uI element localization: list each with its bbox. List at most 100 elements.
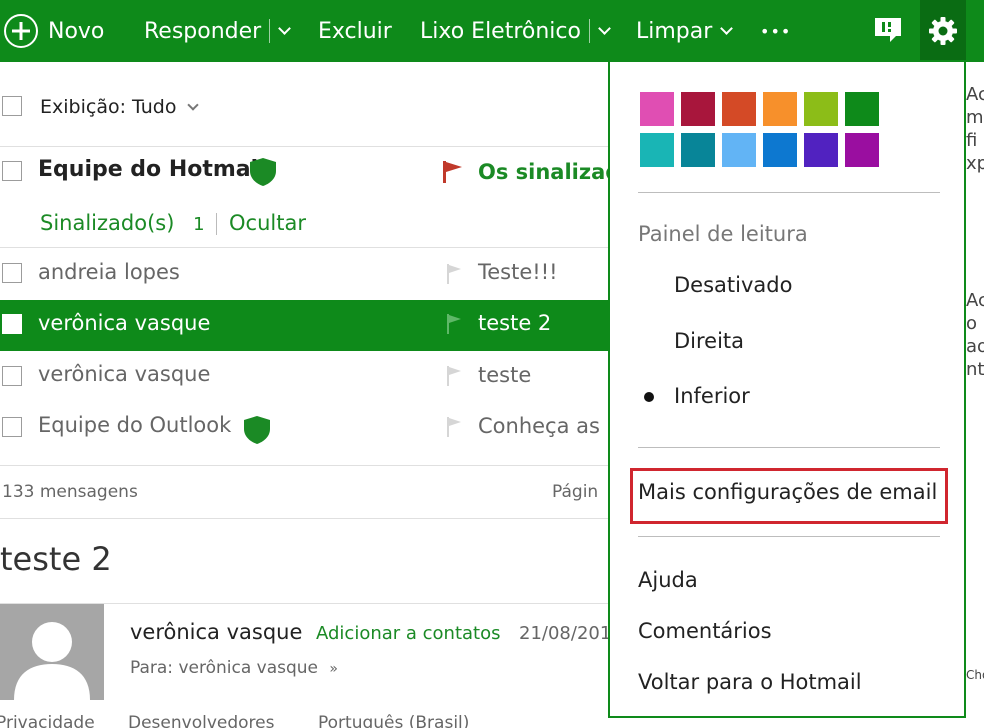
delete-label: Excluir	[318, 18, 392, 44]
selected-dot-icon	[644, 392, 654, 402]
more-settings-item[interactable]: Mais configurações de email	[638, 480, 937, 504]
person-icon	[14, 622, 90, 700]
view-filter[interactable]: Exibição: Tudo	[40, 96, 199, 118]
peek-text: Cho	[966, 668, 984, 682]
peek-text: Ac	[966, 290, 984, 311]
page-indicator: Págin	[552, 482, 599, 502]
delete-button[interactable]: Excluir	[318, 0, 392, 62]
expand-icon[interactable]: »	[329, 661, 338, 677]
flagged-sender[interactable]: Equipe do Hotmail	[38, 157, 266, 182]
message-date: 21/08/201	[519, 623, 612, 644]
row-checkbox[interactable]	[2, 417, 22, 437]
plus-circle-icon	[4, 14, 38, 48]
recipients-label: Para: verônica vasque	[130, 658, 319, 678]
flag-icon[interactable]	[446, 314, 462, 334]
theme-swatch[interactable]	[763, 92, 797, 126]
view-filter-label: Exibição: Tudo	[40, 96, 177, 118]
gear-icon	[929, 17, 957, 45]
flagged-count-label: Sinalizado(s)	[40, 211, 175, 235]
hide-link[interactable]: Ocultar	[229, 211, 306, 235]
flag-icon[interactable]	[446, 366, 462, 386]
settings-menu: Painel de leitura Desativado Direita Inf…	[608, 60, 966, 718]
message-sender[interactable]: verônica vasque	[130, 620, 302, 644]
chevron-down-icon[interactable]	[278, 21, 292, 35]
message-subject: teste 2	[0, 540, 112, 578]
feedback-icon	[875, 18, 901, 42]
divider	[0, 146, 610, 147]
sweep-label: Limpar	[636, 18, 713, 44]
more-icon: •••	[760, 21, 792, 41]
row-checkbox[interactable]	[2, 366, 22, 386]
divider	[216, 213, 217, 235]
new-label: Novo	[48, 18, 105, 44]
row-subject[interactable]: Conheça as	[478, 414, 600, 438]
theme-swatch[interactable]	[681, 92, 715, 126]
chevron-down-icon	[186, 99, 199, 111]
reading-pane-off[interactable]: Desativado	[674, 273, 792, 297]
command-bar: Novo Responder Excluir Lixo Eletrônico L…	[0, 0, 984, 62]
row-subject[interactable]: teste	[478, 363, 531, 387]
junk-label: Lixo Eletrônico	[420, 18, 581, 44]
chevron-down-icon	[720, 21, 734, 35]
add-contact-link[interactable]: Adicionar a contatos	[316, 623, 501, 644]
back-to-hotmail-item[interactable]: Voltar para o Hotmail	[638, 670, 862, 694]
row-checkbox[interactable]	[2, 314, 22, 334]
settings-button[interactable]	[920, 0, 966, 62]
row-subject[interactable]: teste 2	[478, 311, 551, 335]
reply-separator	[269, 19, 271, 43]
avatar	[0, 604, 104, 700]
sweep-button[interactable]: Limpar	[636, 0, 734, 62]
peek-text: ao	[966, 336, 984, 357]
feedback-item[interactable]: Comentários	[638, 619, 772, 643]
peek-text: m	[966, 107, 984, 128]
flag-icon[interactable]	[446, 417, 462, 437]
help-item[interactable]: Ajuda	[638, 568, 698, 592]
row-subject[interactable]: Teste!!!	[478, 260, 558, 284]
peek-text: Ac	[966, 84, 984, 105]
divider	[0, 465, 610, 466]
theme-swatch[interactable]	[845, 92, 879, 126]
theme-swatch[interactable]	[763, 133, 797, 167]
theme-swatch[interactable]	[640, 133, 674, 167]
reply-button[interactable]: Responder	[144, 0, 292, 62]
row-checkbox[interactable]	[2, 161, 22, 181]
theme-swatch[interactable]	[722, 92, 756, 126]
developers-link[interactable]: Desenvolvedores	[128, 713, 274, 728]
reading-pane-bottom[interactable]: Inferior	[674, 384, 750, 408]
language-link[interactable]: Português (Brasil)	[318, 713, 469, 728]
peek-text: xp	[966, 153, 984, 174]
theme-swatch[interactable]	[722, 133, 756, 167]
shield-icon	[250, 158, 276, 186]
reading-pane-right[interactable]: Direita	[674, 329, 744, 353]
junk-button[interactable]: Lixo Eletrônico	[420, 0, 611, 62]
theme-swatch[interactable]	[845, 133, 879, 167]
chevron-down-icon[interactable]	[598, 21, 611, 35]
select-all-checkbox[interactable]	[2, 96, 22, 116]
divider	[0, 518, 610, 519]
flagged-count: 1	[193, 214, 205, 235]
message-count: 133 mensagens	[2, 482, 138, 502]
privacy-link[interactable]: Privacidade	[0, 713, 95, 728]
divider	[0, 247, 610, 248]
message-recipients[interactable]: Para: verônica vasque »	[130, 658, 338, 678]
theme-swatch[interactable]	[640, 92, 674, 126]
new-button[interactable]: Novo	[4, 0, 104, 62]
more-actions-button[interactable]: •••	[760, 0, 791, 62]
divider	[638, 192, 940, 193]
theme-swatch[interactable]	[804, 133, 838, 167]
peek-text: fi	[966, 130, 978, 151]
row-sender[interactable]: Equipe do Outlook	[38, 413, 231, 437]
flag-icon[interactable]	[446, 264, 462, 284]
peek-text: o	[966, 313, 978, 334]
flagged-filter[interactable]: Sinalizado(s) 1	[40, 211, 205, 235]
feedback-button[interactable]	[870, 12, 906, 48]
row-sender[interactable]: andreia lopes	[38, 260, 180, 284]
theme-swatch[interactable]	[681, 133, 715, 167]
row-sender[interactable]: verônica vasque	[38, 311, 210, 335]
divider	[638, 536, 940, 537]
flag-icon[interactable]	[442, 160, 464, 184]
theme-swatch[interactable]	[804, 92, 838, 126]
row-sender[interactable]: verônica vasque	[38, 362, 210, 386]
peek-text: nt	[966, 359, 984, 380]
row-checkbox[interactable]	[2, 263, 22, 283]
